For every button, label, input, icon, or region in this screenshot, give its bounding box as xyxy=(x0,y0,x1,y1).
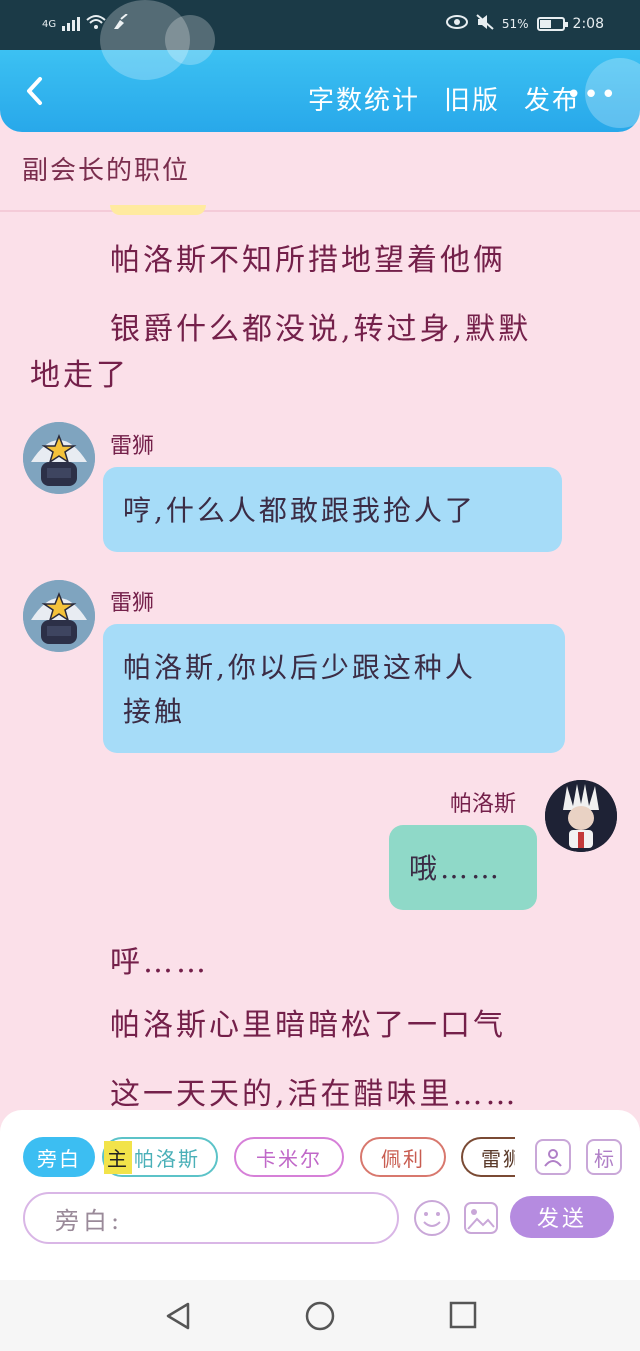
role-chip-pelly[interactable]: 佩利 xyxy=(360,1137,446,1177)
app-header: 字数统计 旧版 发布 ••• xyxy=(0,0,640,132)
message-text: 哦…… xyxy=(409,852,503,885)
narration-line: 呼…… xyxy=(110,945,209,980)
composer-panel: 旁白 主 帕洛斯 卡米尔 佩利 雷狮 标 旁白: 发送 xyxy=(0,1110,640,1280)
more-menu-button[interactable]: ••• xyxy=(566,80,618,110)
battery-icon xyxy=(536,17,568,31)
decor-bubble xyxy=(165,15,215,65)
avatar[interactable] xyxy=(23,422,95,494)
emoji-button[interactable] xyxy=(413,1199,451,1241)
narration-line: 银爵什么都没说,转过身,默默 xyxy=(110,312,532,347)
speaker-name: 雷狮 xyxy=(110,591,155,616)
person-icon xyxy=(544,1149,562,1167)
character-avatar-icon xyxy=(23,422,95,494)
role-chip-label: 帕洛斯 xyxy=(134,1146,200,1171)
eye-icon xyxy=(445,15,468,33)
battery-percent: 51% xyxy=(501,17,529,31)
message-input[interactable]: 旁白: xyxy=(23,1192,399,1244)
partial-bubble xyxy=(110,205,206,215)
status-bar: 4G 51% 2:08 xyxy=(0,0,640,50)
signal-icon xyxy=(62,17,81,31)
nav-home-button[interactable] xyxy=(304,1300,336,1336)
character-avatar-icon xyxy=(545,780,617,852)
narration-line: 帕洛斯心里暗暗松了一口气 xyxy=(110,1008,506,1043)
message-bubble[interactable]: 哼,什么人都敢跟我抢人了 xyxy=(103,467,562,552)
tag-button[interactable]: 标 xyxy=(586,1139,622,1175)
square-recents-icon xyxy=(449,1301,477,1329)
nav-back-button[interactable] xyxy=(162,1300,194,1336)
avatar[interactable] xyxy=(23,580,95,652)
role-chip-leishi[interactable]: 雷狮 xyxy=(461,1137,515,1177)
role-chip-kamil[interactable]: 卡米尔 xyxy=(234,1137,344,1177)
divider xyxy=(0,210,640,212)
narration-line: 地走了 xyxy=(30,358,129,393)
message-text: 接触 xyxy=(123,695,186,728)
system-nav-bar xyxy=(0,1280,640,1351)
old-version-button[interactable]: 旧版 xyxy=(444,80,500,117)
emoji-icon xyxy=(414,1200,450,1236)
word-count-button[interactable]: 字数统计 xyxy=(308,80,420,117)
role-chip-palos[interactable]: 主 帕洛斯 xyxy=(102,1137,218,1177)
nav-recents-button[interactable] xyxy=(448,1300,478,1334)
circle-home-icon xyxy=(305,1301,335,1331)
send-button[interactable]: 发送 xyxy=(510,1196,614,1238)
message-bubble[interactable]: 帕洛斯,你以后少跟这种人 接触 xyxy=(103,624,565,753)
message-text: 哼,什么人都敢跟我抢人了 xyxy=(123,494,476,527)
speaker-name: 雷狮 xyxy=(110,434,155,459)
avatar[interactable] xyxy=(545,780,617,852)
image-button[interactable] xyxy=(462,1199,500,1241)
chevron-left-icon xyxy=(27,77,42,105)
clock: 2:08 xyxy=(572,16,604,32)
message-text: 帕洛斯,你以后少跟这种人 xyxy=(123,651,476,684)
mute-icon xyxy=(476,14,494,34)
image-icon xyxy=(464,1202,498,1234)
narration-line: 帕洛斯不知所措地望着他俩 xyxy=(110,243,506,278)
back-button[interactable] xyxy=(20,74,54,108)
main-role-tag: 主 xyxy=(104,1140,132,1174)
speaker-name: 帕洛斯 xyxy=(450,792,517,817)
add-character-button[interactable] xyxy=(535,1139,571,1175)
message-bubble[interactable]: 哦…… xyxy=(389,825,537,910)
network-type: 4G xyxy=(42,18,57,30)
chapter-title: 副会长的职位 xyxy=(22,156,191,186)
triangle-back-icon xyxy=(166,1302,190,1330)
character-avatar-icon xyxy=(23,580,95,652)
header-actions: 字数统计 旧版 发布 xyxy=(308,80,580,117)
role-chip-aside[interactable]: 旁白 xyxy=(23,1137,95,1177)
